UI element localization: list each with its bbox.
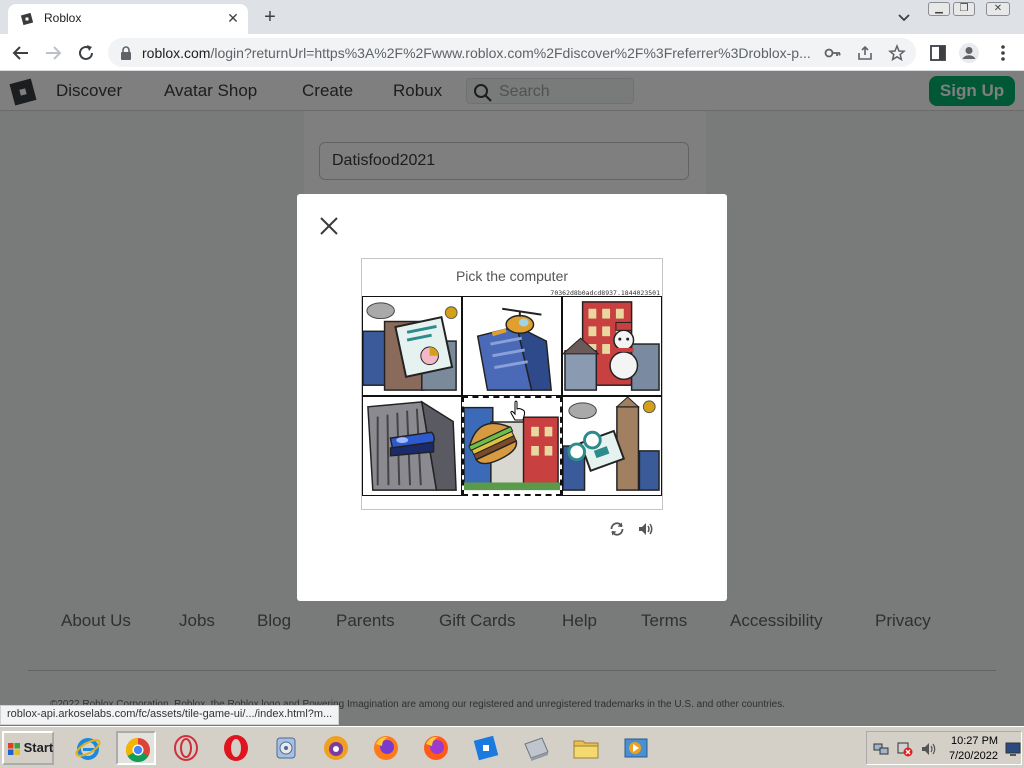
stapler-icon — [367, 400, 457, 491]
close-window-button[interactable]: ✕ — [986, 2, 1010, 16]
captcha-tile-4[interactable] — [362, 396, 462, 496]
status-bar-url: roblox-api.arkoselabs.com/fc/assets/tile… — [0, 705, 340, 725]
clock-time[interactable]: 10:27 PM — [951, 735, 998, 747]
captcha-tile-1[interactable] — [362, 296, 462, 396]
back-arrow-icon[interactable] — [10, 42, 32, 64]
tab-title: Roblox — [44, 11, 82, 25]
start-label: Start — [23, 740, 54, 755]
clock-date[interactable]: 7/20/2022 — [949, 750, 998, 762]
captcha-tile-2[interactable] — [462, 296, 562, 396]
captcha-modal: Pick the computer 70362d8b0adcd8937.1844… — [297, 194, 727, 601]
taskbar-internet-explorer[interactable] — [68, 731, 108, 765]
new-tab-button[interactable]: + — [258, 6, 282, 28]
roblox-icon — [473, 735, 499, 761]
desktop-icon[interactable] — [1005, 741, 1021, 757]
audio-icon[interactable] — [637, 520, 655, 538]
share-icon[interactable] — [856, 44, 874, 62]
browser-toolbar: roblox.com/login?returnUrl=https%3A%2F%2… — [0, 34, 1024, 71]
chrome-icon — [125, 738, 150, 763]
windows-flag-icon — [8, 742, 20, 755]
captcha-prompt: Pick the computer — [455, 268, 569, 284]
captcha-challenge: Pick the computer 70362d8b0adcd8937.1844… — [361, 258, 663, 510]
firefox-icon — [374, 736, 398, 760]
restore-window-button[interactable]: ❐ — [953, 2, 975, 16]
tab-close-button[interactable]: ✕ — [224, 9, 242, 27]
minimize-window-button[interactable]: ▁ — [928, 2, 950, 16]
bookmark-star-icon[interactable] — [888, 44, 906, 62]
taskbar-opera-gx[interactable] — [166, 731, 206, 765]
snowman-icon — [563, 301, 660, 391]
url-domain: roblox.com — [142, 45, 211, 61]
media-player-icon — [276, 737, 296, 759]
taskbar-video[interactable] — [616, 731, 656, 765]
opera-icon — [224, 735, 248, 761]
taskbar-roblox[interactable] — [466, 731, 506, 765]
video-icon — [624, 738, 648, 758]
address-bar[interactable]: roblox.com/login?returnUrl=https%3A%2F%2… — [108, 38, 916, 67]
taskbar-opera[interactable] — [216, 731, 256, 765]
taskbar-firefox-1[interactable] — [366, 731, 406, 765]
url-text: roblox.com/login?returnUrl=https%3A%2F%2… — [142, 45, 811, 61]
url-path: /login?returnUrl=https%3A%2F%2Fwww.roblo… — [210, 45, 811, 61]
roblox-favicon-icon — [20, 12, 34, 26]
film-camera-icon — [563, 397, 660, 491]
taskbar: Start 10:27 PM 7/20/2022 — [0, 726, 1024, 768]
browser-tab-strip: Roblox ✕ + ▁ ❐ ✕ — [0, 0, 1024, 34]
reload-icon[interactable] — [75, 42, 97, 64]
side-panel-icon[interactable] — [927, 42, 949, 64]
hand-cursor-icon — [510, 400, 526, 421]
refresh-icon[interactable] — [608, 520, 626, 538]
taskbar-chrome[interactable] — [116, 731, 156, 765]
system-tray: 10:27 PM 7/20/2022 — [866, 731, 1022, 765]
taskbar-tor-browser[interactable] — [316, 731, 356, 765]
firefox-icon — [424, 736, 448, 760]
lock-icon — [121, 46, 131, 60]
opera-gx-icon — [174, 735, 198, 761]
internet-explorer-icon — [75, 738, 101, 760]
close-icon[interactable] — [319, 216, 339, 236]
browser-tab[interactable]: Roblox ✕ — [8, 4, 248, 34]
taskbar-media-player[interactable] — [266, 731, 306, 765]
captcha-tile-3[interactable] — [562, 296, 662, 396]
forward-arrow-icon[interactable] — [42, 42, 64, 64]
network-icon[interactable] — [873, 741, 889, 757]
captcha-tile-grid — [362, 296, 662, 496]
helicopter-icon — [476, 307, 553, 391]
folder-icon — [573, 740, 599, 759]
disk-icon — [524, 737, 549, 761]
start-button[interactable]: Start — [2, 731, 54, 765]
menu-kebab-icon[interactable] — [992, 42, 1014, 64]
taskbar-firefox-2[interactable] — [416, 731, 456, 765]
volume-icon[interactable] — [921, 741, 937, 757]
presentation-board-icon — [363, 302, 458, 391]
profile-avatar-icon[interactable] — [958, 42, 980, 64]
chevron-down-icon[interactable] — [894, 8, 914, 26]
taskbar-folder[interactable] — [566, 731, 606, 765]
taskbar-disk[interactable] — [516, 731, 556, 765]
captcha-tile-6[interactable] — [562, 396, 662, 496]
key-icon[interactable] — [824, 44, 842, 62]
security-alert-icon[interactable] — [897, 741, 913, 757]
tor-browser-icon — [324, 736, 348, 760]
